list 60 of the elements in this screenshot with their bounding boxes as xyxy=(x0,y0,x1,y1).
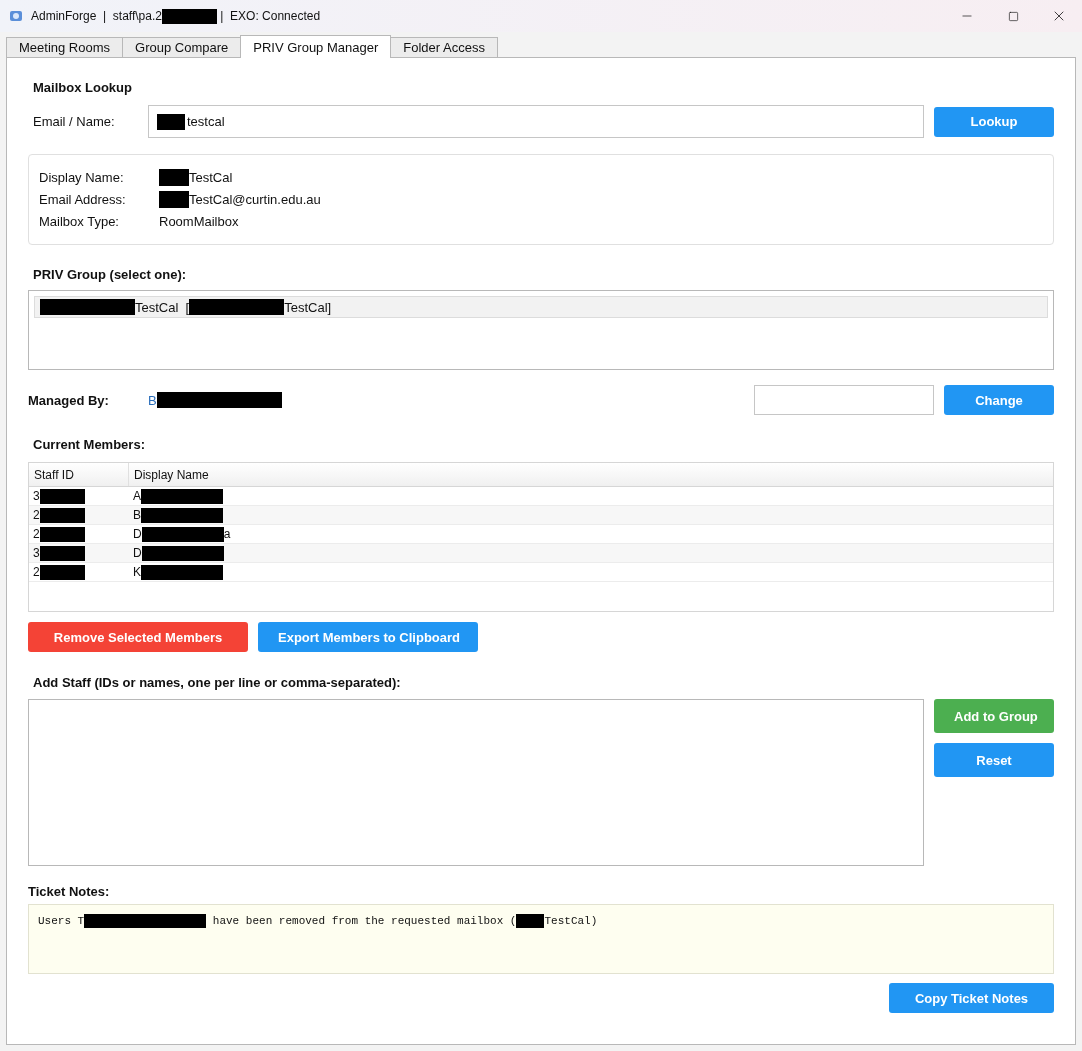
tab[interactable]: Meeting Rooms xyxy=(6,37,124,58)
group-name: TestCal] xyxy=(284,299,332,315)
table-cell: 2 xyxy=(33,527,40,541)
redaction-bar xyxy=(39,545,85,561)
ticket-note-text: Users T xyxy=(38,914,85,927)
detail-value: TestCal xyxy=(189,170,233,185)
table-row[interactable]: 2 D a xyxy=(29,525,1053,544)
ticket-note-text: TestCal) xyxy=(544,914,598,927)
redaction-bar xyxy=(516,914,545,928)
field-label: Email / Name: xyxy=(32,114,116,129)
tab[interactable]: Folder Access xyxy=(390,37,498,58)
field-label: Managed By: xyxy=(28,392,110,408)
table-cell: B xyxy=(133,508,141,522)
table-cell: 2 xyxy=(33,508,40,522)
detail-value: RoomMailbox xyxy=(159,214,239,229)
window-title: | EXO: Connected xyxy=(219,9,321,23)
column-header[interactable]: Display Name xyxy=(129,463,1053,486)
section-heading: Ticket Notes: xyxy=(28,884,111,899)
section-heading: Add Staff (IDs or names, one per line or comma-separated): xyxy=(32,675,402,690)
table-cell: 3 xyxy=(33,489,40,503)
section-heading: Current Members: xyxy=(32,437,146,452)
ticket-notes-area[interactable]: Users T have been removed from the requested mailbox ( TestCal) xyxy=(28,904,1054,974)
app-icon xyxy=(9,9,23,23)
column-header[interactable]: Staff ID xyxy=(29,463,129,486)
redaction-bar xyxy=(39,526,85,542)
email-field[interactable]: testcal xyxy=(148,105,924,138)
group-name: TestCal [ xyxy=(135,299,190,315)
redaction-bar xyxy=(161,8,217,24)
table-row[interactable]: 2 K xyxy=(29,563,1053,582)
ticket-note-text: have been removed from the requested mailbox ( xyxy=(211,914,517,927)
detail-value: TestCal@curtin.edu.au xyxy=(189,192,321,207)
table-cell: D xyxy=(133,546,142,560)
detail-label: Display Name: xyxy=(39,170,125,185)
table-cell: D xyxy=(133,527,142,541)
redaction-bar xyxy=(159,191,189,208)
redaction-bar xyxy=(39,507,85,523)
section-heading: Mailbox Lookup xyxy=(32,80,133,95)
maximize-icon[interactable] xyxy=(1007,10,1019,22)
detail-label: Email Address: xyxy=(39,192,127,207)
staff-input-field[interactable] xyxy=(28,699,924,866)
redaction-bar xyxy=(39,564,85,580)
group-list-item[interactable]: TestCal [ TestCal] xyxy=(34,296,1048,318)
table-cell: a xyxy=(223,527,231,541)
redaction-bar xyxy=(159,169,189,186)
tab[interactable]: Group Compare xyxy=(122,37,242,58)
tab[interactable]: PRIV Group Manager xyxy=(240,35,392,58)
table-cell: K xyxy=(133,565,141,579)
table-cell: 3 xyxy=(33,546,40,560)
table-row[interactable]: 3 D xyxy=(29,544,1053,563)
table-row[interactable]: 2 B xyxy=(29,506,1053,525)
section-heading: PRIV Group (select one): xyxy=(32,267,188,282)
redaction-bar xyxy=(39,488,85,504)
table-cell: A xyxy=(133,489,141,503)
table-row[interactable]: 3 A xyxy=(29,487,1053,506)
table-cell: 2 xyxy=(33,565,40,579)
detail-label: Mailbox Type: xyxy=(39,214,120,229)
redaction-bar xyxy=(157,114,185,131)
manager-field[interactable] xyxy=(754,385,934,415)
window-title: AdminForge | staff\pa.2 xyxy=(31,9,162,23)
action-button[interactable]: Remove Selected Members xyxy=(28,622,248,652)
